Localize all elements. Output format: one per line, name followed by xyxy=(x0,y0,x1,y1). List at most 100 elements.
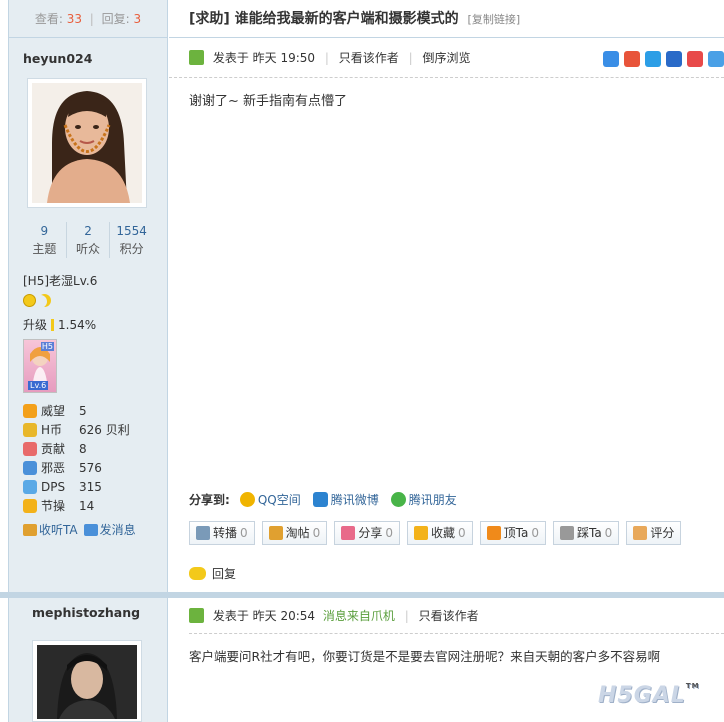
profile-value: 8 xyxy=(79,441,87,456)
button-label: 分享 xyxy=(358,526,383,540)
post2-avatar[interactable] xyxy=(32,640,142,722)
button-count: 0 xyxy=(312,526,321,540)
thread-title-bar: [求助] 谁能给我最新的客户端和摄影模式的 [复制链接] xyxy=(169,0,724,38)
button-label: 评分 xyxy=(650,526,675,540)
profile-value: 5 xyxy=(79,403,87,418)
collect-button[interactable]: 淘帖 0 xyxy=(261,521,328,545)
profile-row-integrity: 节操 14 xyxy=(23,496,153,515)
coin-icon xyxy=(23,422,37,437)
views-label: 查看: xyxy=(34,12,63,26)
post-body: 谢谢了~ 新手指南有点懵了 xyxy=(189,94,348,109)
only-author-link[interactable]: 只看该作者 xyxy=(419,609,479,623)
qzone-icon xyxy=(239,492,255,507)
kaixin-icon[interactable] xyxy=(687,51,703,67)
meta-separator: | xyxy=(408,51,413,65)
stat-points[interactable]: 1554 积分 xyxy=(110,222,153,258)
posted-prefix: 发表于 xyxy=(212,51,249,65)
stat-listeners[interactable]: 2 听众 xyxy=(67,222,111,258)
share-label: 分享到: xyxy=(189,493,230,507)
button-label: 顶Ta xyxy=(503,526,529,540)
profile-value: 14 xyxy=(79,498,95,513)
star-icon xyxy=(23,479,37,494)
level-medal[interactable]: H5 Lv.6 xyxy=(23,339,57,393)
avatar[interactable] xyxy=(27,78,147,208)
upvote-button[interactable]: 顶Ta 0 xyxy=(479,521,546,545)
qzone-icon[interactable] xyxy=(603,51,619,67)
stat-topics[interactable]: 9 主题 xyxy=(23,222,67,258)
author-stats: 9 主题 2 听众 1554 积分 xyxy=(23,222,153,258)
replies-label: 回复: xyxy=(101,12,130,26)
favorite-button[interactable]: 收藏 0 xyxy=(406,521,473,545)
post-divider xyxy=(0,592,724,598)
only-author-link[interactable]: 只看该作者 xyxy=(339,51,399,65)
rate-button[interactable]: 评分 xyxy=(626,521,682,545)
post-action-buttons: 转播 0 淘帖 0 分享 0 收藏 0 顶Ta 0 踩Ta 0 评分 xyxy=(189,521,682,545)
author-sidebar: 查看: 33 | 回复: 3 heyun024 9 主题 2 听众 1554 积… xyxy=(8,0,168,722)
weibo-icon[interactable] xyxy=(624,51,640,67)
follow-link[interactable]: 收听TA xyxy=(23,521,78,538)
share-target-label: 腾讯微博 xyxy=(330,493,379,507)
rate-thumb-icon xyxy=(633,526,648,540)
post-meta: 发表于 昨天 19:50 | 只看该作者 | 倒序浏览 xyxy=(169,38,724,78)
puzzle-icon xyxy=(23,460,37,475)
thread-stats: 查看: 33 | 回复: 3 xyxy=(9,0,167,38)
profile-fields: 威望 5 H币 626 贝利 贡献 8 邪恶 576 DPS 315 节操 14 xyxy=(23,401,153,515)
profile-row-hcoin: H币 626 贝利 xyxy=(23,420,153,439)
profile-value: 315 xyxy=(79,479,102,494)
avatar-image xyxy=(32,83,142,203)
thread-content: [求助] 谁能给我最新的客户端和摄影模式的 [复制链接] 发表于 昨天 19:5… xyxy=(169,0,724,722)
tencent-weibo-icon xyxy=(312,492,328,507)
share-heart-icon xyxy=(341,526,356,540)
button-label: 收藏 xyxy=(430,526,455,540)
profile-label: H币 xyxy=(41,423,63,437)
tencent-weibo-icon[interactable] xyxy=(645,51,661,67)
quick-share-icons xyxy=(603,51,724,67)
share-tencent-weibo[interactable]: 腾讯微博 xyxy=(312,491,379,508)
site-watermark: H5GALTM xyxy=(598,682,700,708)
reply-bubble-icon xyxy=(189,567,206,580)
replies-count: 3 xyxy=(133,12,142,26)
stats-separator: | xyxy=(89,12,94,26)
profile-label: 节操 xyxy=(41,499,66,513)
posted-time: 昨天 20:54 xyxy=(252,609,316,623)
watermark-text: H5GAL xyxy=(598,683,686,708)
collect-icon xyxy=(268,526,283,540)
forward-icon xyxy=(196,526,210,540)
post-source[interactable]: 消息来自爪机 xyxy=(323,609,395,623)
follow-label: 收听TA xyxy=(39,523,78,537)
profile-value: 626 贝利 xyxy=(79,423,130,437)
more-share-icon[interactable] xyxy=(708,51,724,67)
watermark-tm: TM xyxy=(685,682,700,690)
profile-label: DPS xyxy=(41,479,66,494)
button-label: 踩Ta xyxy=(576,526,602,540)
stat-value: 2 xyxy=(84,224,92,238)
reply-link[interactable]: 回复 xyxy=(189,565,236,582)
thread-title: [求助] 谁能给我最新的客户端和摄影模式的 xyxy=(189,11,459,27)
post2-body: 客户端要问R社才有吧，你要订货是不是要去官网注册呢？来自天朝的客户多不容易啊 xyxy=(189,649,661,664)
sun-icon xyxy=(23,294,36,307)
share-tencent-friends[interactable]: 腾讯朋友 xyxy=(390,491,457,508)
heart-icon xyxy=(23,441,37,456)
profile-row-dps: DPS 315 xyxy=(23,477,153,496)
author-name[interactable]: heyun024 xyxy=(23,46,153,72)
renren-icon[interactable] xyxy=(666,51,682,67)
reverse-order-link[interactable]: 倒序浏览 xyxy=(423,51,471,65)
post2-meta: 发表于 昨天 20:54 消息来自爪机 | 只看该作者 xyxy=(189,598,724,634)
stat-value: 1554 xyxy=(116,224,147,238)
share-to-bar: 分享到: QQ空间 腾讯微博 腾讯朋友 xyxy=(189,491,465,508)
share-button[interactable]: 分享 0 xyxy=(334,521,400,545)
posted-time: 昨天 19:50 xyxy=(252,51,316,65)
share-target-label: QQ空间 xyxy=(257,493,301,507)
message-link[interactable]: 发消息 xyxy=(83,521,136,538)
upgrade-label: 升级 xyxy=(23,318,48,332)
button-count: 0 xyxy=(604,526,613,540)
copy-link[interactable]: [复制链接] xyxy=(468,13,521,26)
upgrade-value: 1.54% xyxy=(58,318,97,332)
share-qzone[interactable]: QQ空间 xyxy=(239,491,301,508)
meta-separator: | xyxy=(404,609,409,623)
post2-author-name[interactable]: mephistozhang xyxy=(32,605,140,620)
downvote-button[interactable]: 踩Ta 0 xyxy=(552,521,620,545)
button-count: 0 xyxy=(385,526,393,540)
forward-button[interactable]: 转播 0 xyxy=(189,521,255,545)
button-label: 淘帖 xyxy=(285,526,310,540)
